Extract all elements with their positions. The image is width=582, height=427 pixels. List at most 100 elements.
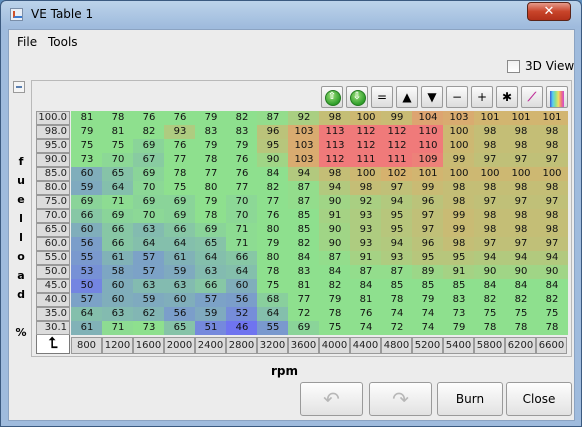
table-cell[interactable]: 83 [443, 293, 475, 307]
table-cell[interactable]: 78 [381, 293, 413, 307]
table-cell[interactable]: 84 [288, 251, 320, 265]
axis-swap-icon[interactable]: ⮤ [36, 333, 70, 354]
table-cell[interactable]: 92 [288, 111, 320, 125]
table-cell[interactable]: 98 [505, 125, 537, 139]
table-cell[interactable]: 112 [319, 153, 351, 167]
table-cell[interactable]: 80 [195, 181, 227, 195]
table-cell[interactable]: 61 [71, 321, 103, 335]
column-label[interactable]: 5800 [474, 337, 505, 354]
table-cell[interactable]: 70 [226, 209, 258, 223]
table-cell[interactable]: 100 [443, 167, 475, 181]
table-cell[interactable]: 77 [195, 167, 227, 181]
table-cell[interactable]: 79 [257, 237, 289, 251]
table-cell[interactable]: 97 [474, 195, 506, 209]
table-cell[interactable]: 60 [102, 293, 134, 307]
table-cell[interactable]: 65 [102, 167, 134, 181]
column-label[interactable]: 1600 [133, 337, 164, 354]
column-label[interactable]: 2000 [164, 337, 195, 354]
table-cell[interactable]: 79 [195, 111, 227, 125]
column-label[interactable]: 6600 [536, 337, 567, 354]
table-cell[interactable]: 71 [226, 223, 258, 237]
table-cell[interactable]: 71 [102, 321, 134, 335]
table-cell[interactable]: 56 [164, 307, 196, 321]
table-cell[interactable]: 91 [443, 265, 475, 279]
multiply-button[interactable]: ✱ [496, 86, 518, 108]
table-cell[interactable]: 97 [505, 195, 537, 209]
table-cell[interactable]: 99 [443, 223, 475, 237]
table-cell[interactable]: 69 [164, 209, 196, 223]
column-label[interactable]: 4400 [350, 337, 381, 354]
table-cell[interactable]: 75 [257, 279, 289, 293]
table-cell[interactable]: 70 [133, 181, 165, 195]
table-cell[interactable]: 94 [288, 167, 320, 181]
table-cell[interactable]: 60 [102, 279, 134, 293]
close-button[interactable]: Close [506, 382, 572, 416]
table-cell[interactable]: 82 [474, 293, 506, 307]
table-cell[interactable]: 98 [536, 209, 568, 223]
table-cell[interactable]: 78 [102, 111, 134, 125]
table-cell[interactable]: 69 [288, 321, 320, 335]
row-label[interactable]: 50.0 [36, 265, 70, 279]
table-cell[interactable]: 82 [536, 293, 568, 307]
table-cell[interactable]: 76 [164, 111, 196, 125]
table-cell[interactable]: 93 [350, 223, 382, 237]
table-cell[interactable]: 84 [536, 279, 568, 293]
row-label[interactable]: 100.0 [36, 111, 70, 125]
table-cell[interactable]: 98 [474, 139, 506, 153]
table-cell[interactable]: 98 [505, 181, 537, 195]
table-cell[interactable]: 59 [71, 181, 103, 195]
table-cell[interactable]: 95 [381, 223, 413, 237]
table-cell[interactable]: 73 [133, 321, 165, 335]
table-cell[interactable]: 61 [164, 251, 196, 265]
set-equal-button[interactable]: = [371, 86, 393, 108]
table-cell[interactable]: 101 [474, 111, 506, 125]
table-cell[interactable]: 80 [257, 223, 289, 237]
table-cell[interactable]: 85 [412, 279, 444, 293]
plus-button[interactable]: + [471, 86, 493, 108]
table-cell[interactable]: 59 [133, 293, 165, 307]
table-cell[interactable]: 64 [257, 307, 289, 321]
table-cell[interactable]: 59 [164, 265, 196, 279]
table-cell[interactable]: 93 [381, 251, 413, 265]
table-cell[interactable]: 69 [133, 167, 165, 181]
table-cell[interactable]: 69 [71, 195, 103, 209]
table-cell[interactable]: 53 [71, 265, 103, 279]
down-triangle-button[interactable]: ▼ [421, 86, 443, 108]
table-cell[interactable]: 64 [195, 251, 227, 265]
table-cell[interactable]: 97 [505, 237, 537, 251]
table-cell[interactable]: 96 [257, 125, 289, 139]
table-cell[interactable]: 78 [195, 153, 227, 167]
table-cell[interactable]: 63 [133, 223, 165, 237]
table-cell[interactable]: 76 [350, 307, 382, 321]
table-cell[interactable]: 84 [474, 279, 506, 293]
table-cell[interactable]: 103 [288, 125, 320, 139]
table-cell[interactable]: 98 [319, 111, 351, 125]
table-cell[interactable]: 99 [443, 153, 475, 167]
table-cell[interactable]: 94 [381, 237, 413, 251]
table-cell[interactable]: 64 [164, 237, 196, 251]
column-label[interactable]: 3200 [257, 337, 288, 354]
table-cell[interactable]: 83 [288, 265, 320, 279]
row-label[interactable]: 70.0 [36, 209, 70, 223]
table-cell[interactable]: 97 [412, 209, 444, 223]
row-label[interactable]: 65.0 [36, 223, 70, 237]
table-cell[interactable]: 90 [319, 195, 351, 209]
menu-file[interactable]: File [17, 35, 37, 49]
table-cell[interactable]: 90 [319, 237, 351, 251]
table-cell[interactable]: 75 [536, 307, 568, 321]
table-cell[interactable]: 84 [319, 265, 351, 279]
table-cell[interactable]: 84 [505, 279, 537, 293]
table-cell[interactable]: 98 [505, 223, 537, 237]
table-cell[interactable]: 75 [102, 139, 134, 153]
table-cell[interactable]: 65 [164, 321, 196, 335]
table-cell[interactable]: 110 [412, 125, 444, 139]
table-cell[interactable]: 100 [536, 167, 568, 181]
table-cell[interactable]: 97 [474, 153, 506, 167]
table-cell[interactable]: 98 [443, 195, 475, 209]
table-cell[interactable]: 101 [505, 111, 537, 125]
table-cell[interactable]: 78 [257, 265, 289, 279]
table-cell[interactable]: 100 [350, 111, 382, 125]
table-cell[interactable]: 99 [443, 209, 475, 223]
table-cell[interactable]: 66 [226, 251, 258, 265]
table-cell[interactable]: 79 [443, 321, 475, 335]
